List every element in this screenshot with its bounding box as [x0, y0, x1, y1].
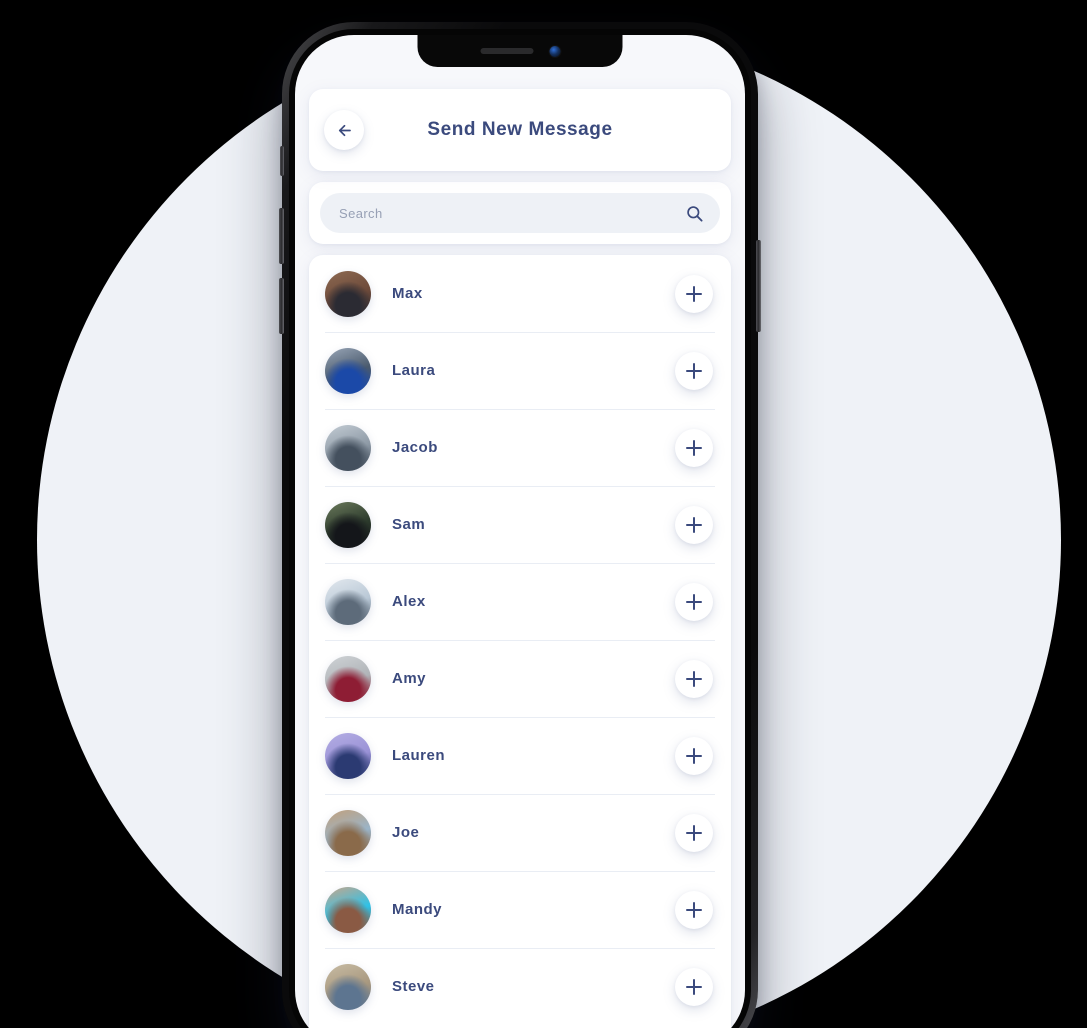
search-field[interactable]: [320, 193, 720, 233]
page-root: Send New Message MaxLauraJac: [0, 0, 1087, 1028]
avatar: [325, 886, 371, 933]
phone-bezel: Send New Message MaxLauraJac: [289, 29, 751, 1028]
contact-name: Jacob: [392, 439, 438, 456]
avatar: [325, 963, 371, 1010]
contact-row[interactable]: Mandy: [309, 871, 731, 948]
avatar: [325, 809, 371, 856]
plus-icon: [686, 362, 702, 379]
device-notch: [417, 35, 623, 67]
contact-list: Max Laura Jacob Sam Alex Amy Lauren Joe Mandy Ste…: [309, 255, 731, 1028]
plus-icon: [686, 285, 702, 302]
contact-name: Steve: [392, 978, 435, 995]
volume-up-button[interactable]: [279, 208, 284, 264]
contact-name: Alex: [392, 593, 426, 610]
contact-row[interactable]: Jacob: [309, 409, 731, 486]
plus-icon: [686, 901, 702, 918]
add-contact-button[interactable]: [675, 813, 713, 852]
add-contact-button[interactable]: [675, 351, 713, 390]
contact-row[interactable]: Laura: [309, 332, 731, 409]
avatar: [325, 501, 371, 548]
app-header: Send New Message: [309, 89, 731, 171]
contact-name: Amy: [392, 670, 427, 687]
volume-down-button[interactable]: [279, 278, 284, 334]
add-contact-button[interactable]: [675, 582, 713, 621]
front-camera-icon: [549, 45, 560, 57]
mute-switch-button[interactable]: [280, 146, 284, 176]
contact-name: Mandy: [392, 901, 443, 918]
phone-screen: Send New Message MaxLauraJac: [295, 35, 745, 1028]
avatar: [325, 732, 371, 779]
search-icon[interactable]: [685, 204, 704, 223]
earpiece-speaker-icon: [480, 48, 533, 54]
contact-row[interactable]: Max: [309, 255, 731, 332]
power-button[interactable]: [756, 240, 761, 332]
avatar: [325, 347, 371, 394]
plus-icon: [686, 747, 702, 764]
contact-row[interactable]: Sam: [309, 486, 731, 563]
arrow-left-icon: [338, 124, 351, 136]
plus-icon: [686, 824, 702, 841]
avatar: [325, 270, 371, 317]
avatar: [325, 655, 371, 702]
contact-row[interactable]: Steve: [309, 948, 731, 1025]
plus-icon: [686, 439, 702, 456]
add-contact-button[interactable]: [675, 890, 713, 929]
contact-name: Joe: [392, 824, 420, 841]
contact-name: Sam: [392, 516, 426, 533]
add-contact-button[interactable]: [675, 967, 713, 1006]
avatar: [325, 424, 371, 471]
phone-mockup: Send New Message MaxLauraJac: [279, 22, 761, 1028]
search-card: [309, 182, 731, 244]
contact-name: Lauren: [392, 747, 446, 764]
search-input[interactable]: [339, 205, 685, 221]
plus-icon: [686, 593, 702, 610]
contact-row[interactable]: Amy: [309, 640, 731, 717]
app-content: Send New Message MaxLauraJac: [295, 35, 745, 1028]
plus-icon: [686, 670, 702, 687]
add-contact-button[interactable]: [675, 736, 713, 775]
avatar: [325, 578, 371, 625]
add-contact-button[interactable]: [675, 428, 713, 467]
contact-name: Max: [392, 285, 423, 302]
contact-row[interactable]: Alex: [309, 563, 731, 640]
add-contact-button[interactable]: [675, 505, 713, 544]
back-button[interactable]: [324, 110, 364, 150]
page-title: Send New Message: [427, 119, 613, 140]
contact-name: Laura: [392, 362, 436, 379]
contact-row[interactable]: Lauren: [309, 717, 731, 794]
contact-row[interactable]: Joe: [309, 794, 731, 871]
add-contact-button[interactable]: [675, 659, 713, 698]
add-contact-button[interactable]: [675, 274, 713, 313]
plus-icon: [686, 978, 702, 995]
plus-icon: [686, 516, 702, 533]
